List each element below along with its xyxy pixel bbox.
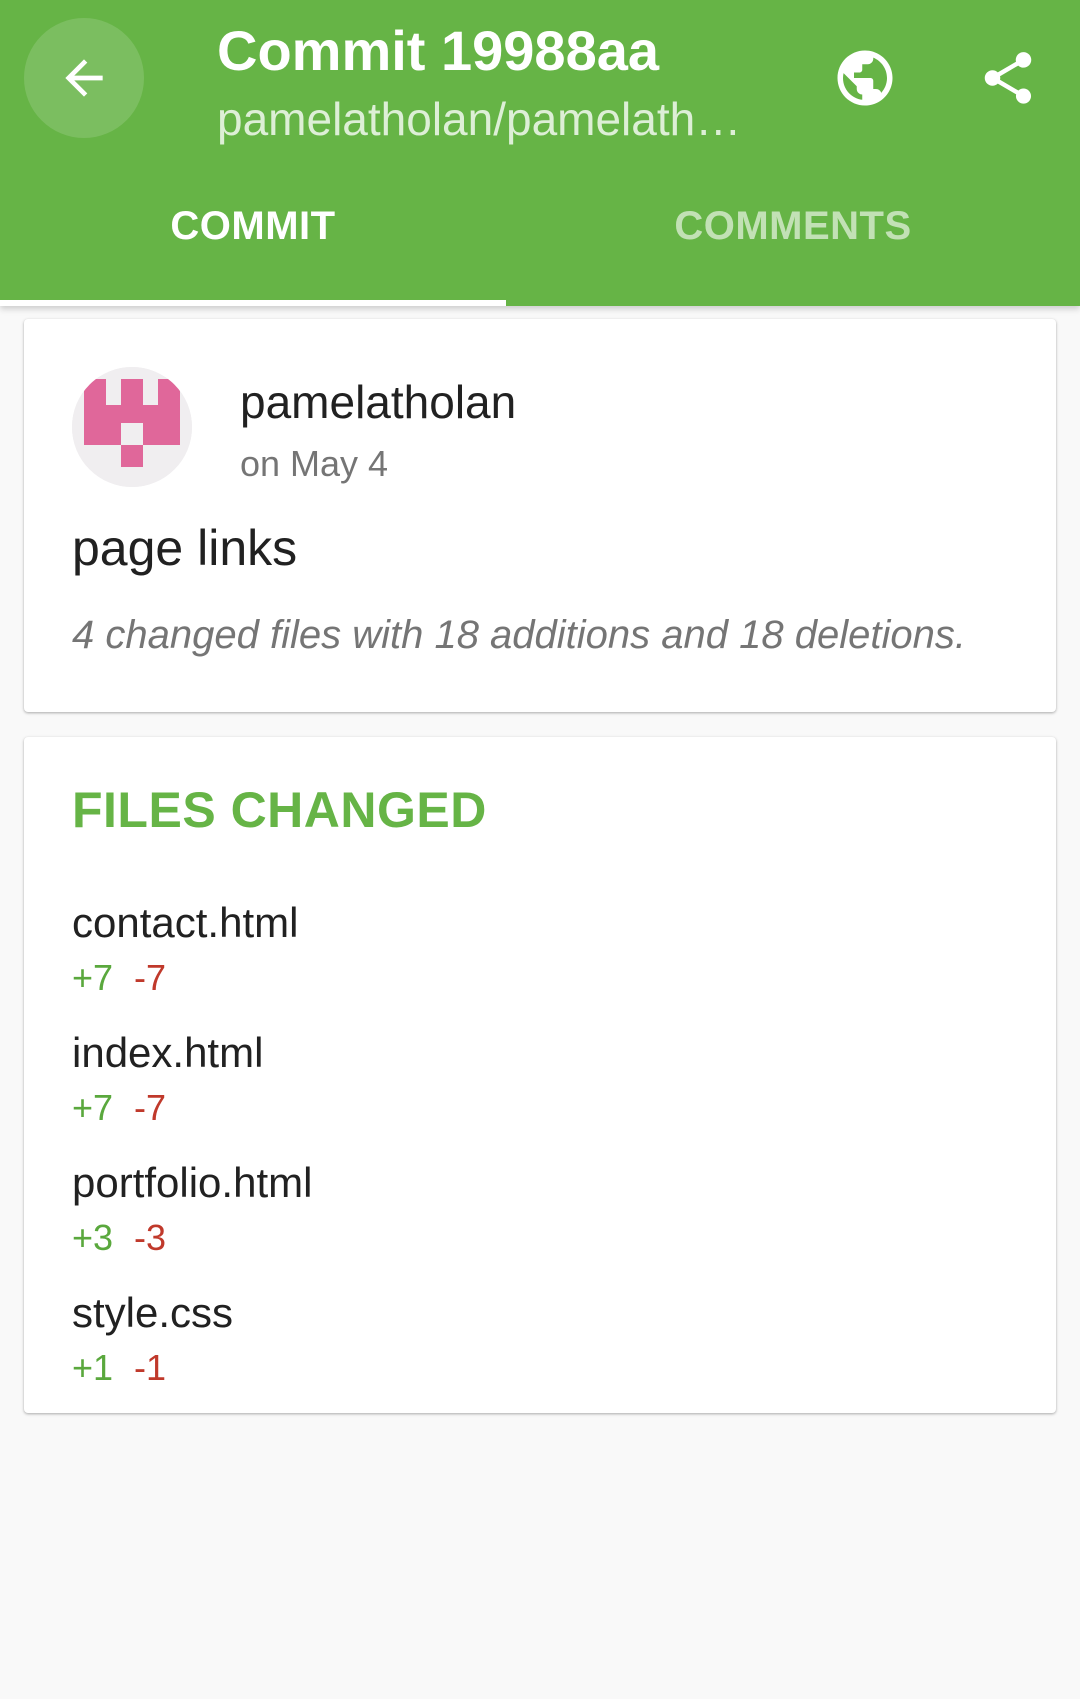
commit-card: pamelatholan on May 4 page links 4 chang… <box>24 319 1056 712</box>
commit-author[interactable]: pamelatholan <box>240 375 516 429</box>
tab-commit[interactable]: COMMIT <box>0 204 506 306</box>
files-changed-card: FILES CHANGED contact.html +7 -7 index.h… <box>24 737 1056 1413</box>
identicon-image <box>72 367 192 487</box>
file-additions: +1 <box>72 1347 114 1388</box>
file-name: style.css <box>72 1289 234 1336</box>
file-additions: +7 <box>72 1087 114 1128</box>
file-item-contact[interactable]: contact.html +7 -7 <box>72 899 1012 1019</box>
file-deletions: -1 <box>134 1347 167 1388</box>
commit-summary: 4 changed files with 18 additions and 18… <box>72 613 966 657</box>
tab-comments[interactable]: COMMENTS <box>506 204 1080 306</box>
repository-name: pamelatholan/pamelatholan.github.io <box>217 93 762 145</box>
share-icon <box>984 52 1032 104</box>
commit-message: page links <box>72 520 298 576</box>
file-deletions: -7 <box>134 957 167 998</box>
page-title: Commit 19988aa <box>217 19 660 82</box>
tab-indicator <box>0 300 506 306</box>
file-item-index[interactable]: index.html +7 -7 <box>72 1029 1012 1149</box>
open-in-browser-button[interactable] <box>820 38 910 118</box>
file-name: contact.html <box>72 899 299 946</box>
arrow-left-icon <box>65 59 103 97</box>
file-name: index.html <box>72 1029 264 1076</box>
file-deletions: -7 <box>134 1087 167 1128</box>
avatar[interactable] <box>72 367 192 487</box>
files-changed-header: FILES CHANGED <box>72 782 487 838</box>
file-deletions: -3 <box>134 1217 167 1258</box>
file-item-style[interactable]: style.css +1 -1 <box>72 1289 1012 1409</box>
file-additions: +3 <box>72 1217 114 1258</box>
file-additions: +7 <box>72 957 114 998</box>
commit-date: on May 4 <box>240 443 389 484</box>
file-item-portfolio[interactable]: portfolio.html +3 -3 <box>72 1159 1012 1279</box>
back-button[interactable] <box>24 18 144 138</box>
file-name: portfolio.html <box>72 1159 313 1206</box>
app-bar: Commit 19988aa pamelatholan/pamelatholan… <box>0 0 1080 306</box>
share-button[interactable] <box>963 38 1053 118</box>
globe-icon <box>837 50 893 106</box>
